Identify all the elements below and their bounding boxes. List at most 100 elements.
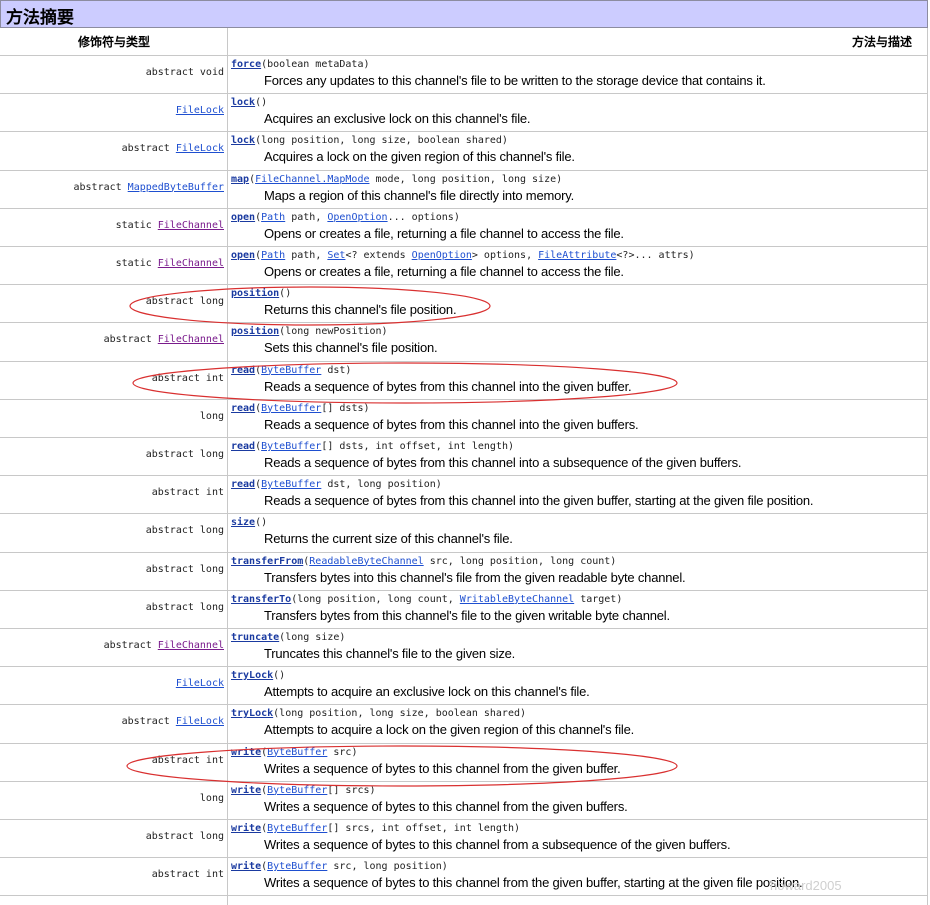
header-modifier-type: 修饰符与类型 [77, 35, 150, 49]
method-name-link[interactable]: position [231, 288, 279, 299]
method-name-link[interactable]: lock [231, 135, 255, 146]
method-row: static FileChannel open(Path path, Set<? … [0, 247, 928, 286]
type-link[interactable]: ReadableByteChannel [309, 556, 423, 567]
type-link[interactable]: Set [327, 250, 345, 261]
type-link[interactable]: FileChannel [158, 220, 224, 231]
method-description: Writes a sequence of bytes to this chann… [264, 798, 628, 814]
method-signature: size() [231, 517, 267, 528]
method-params: () [279, 288, 292, 300]
method-name-link[interactable]: position [231, 326, 279, 337]
type-link[interactable]: WritableByteChannel [460, 594, 574, 605]
method-row: abstract FileChannel truncate(long size) T… [0, 629, 928, 668]
method-params: path, [285, 250, 328, 261]
method-description: Truncates this channel's file to the giv… [264, 646, 516, 661]
method-name-link[interactable]: transferTo [231, 594, 291, 605]
method-params: src, long position) [327, 861, 448, 873]
method-params: (long size) [279, 632, 346, 643]
method-name-link[interactable]: tryLock [231, 708, 273, 719]
type-link[interactable]: OpenOption [327, 212, 387, 223]
method-row: FileLock tryLock() Attempts to acquire an … [0, 667, 928, 706]
type-link[interactable]: FileChannel [158, 334, 224, 345]
type-link[interactable]: FileLock [176, 716, 224, 727]
type-link[interactable]: FileAttribute [538, 250, 616, 261]
method-name-link[interactable]: lock [231, 97, 255, 108]
method-name-link[interactable]: open [231, 212, 255, 223]
method-params: [] srcs) [327, 784, 376, 796]
type-link[interactable]: FileLock [176, 105, 224, 116]
method-name-link[interactable]: size [231, 517, 255, 528]
method-name-link[interactable]: read [231, 403, 255, 414]
method-description: Returns this channel's file position. [264, 302, 457, 318]
type-link[interactable]: FileChannel [158, 258, 224, 269]
type-link[interactable]: ByteBuffer [261, 479, 321, 490]
method-row: abstract long write(ByteBuffer[] srcs, in… [0, 820, 928, 859]
method-name-link[interactable]: tryLock [231, 670, 273, 681]
type-link[interactable]: ByteBuffer [267, 747, 327, 758]
type-link[interactable]: MappedByteBuffer [128, 182, 224, 193]
modifier-type: abstract long [146, 449, 224, 460]
modifier-type: abstract int [152, 869, 224, 880]
method-params: () [255, 517, 268, 529]
type-link[interactable]: FileLock [176, 143, 224, 154]
modifier-text: abstract int [151, 869, 224, 881]
method-name-link[interactable]: open [231, 250, 255, 261]
method-row: abstract int read(ByteBuffer dst) Reads a … [0, 362, 928, 400]
method-name-link[interactable]: map [231, 174, 249, 185]
method-name-link[interactable]: write [231, 861, 261, 872]
method-description: Reads a sequence of bytes from this chan… [264, 455, 742, 470]
method-name-link[interactable]: read [231, 365, 255, 376]
type-link[interactable]: Path [261, 212, 285, 223]
method-name-link[interactable]: force [231, 59, 261, 70]
type-link[interactable]: ByteBuffer [261, 441, 321, 452]
method-name-link[interactable]: write [231, 823, 261, 834]
method-signature: lock() [231, 97, 267, 108]
table-header: 修饰符与类型 方法与描述 [0, 28, 928, 56]
modifier-type: static FileChannel [116, 258, 224, 269]
method-signature: read(ByteBuffer dst, long position) [231, 479, 442, 490]
method-name-link[interactable]: read [231, 441, 255, 452]
method-name-link[interactable]: read [231, 479, 255, 490]
type-link[interactable]: OpenOption [412, 250, 472, 261]
modifier-text: static [115, 258, 158, 269]
method-params: mode, long position, long size) [369, 173, 563, 185]
type-link[interactable]: ByteBuffer [267, 861, 327, 872]
type-link[interactable]: FileChannel.MapMode [255, 174, 369, 185]
modifier-text: abstract int [151, 754, 224, 766]
method-row: abstract long size() Returns the current s… [0, 514, 928, 553]
method-name-link[interactable]: transferFrom [231, 556, 303, 567]
method-signature: truncate(long size) [231, 632, 345, 643]
method-name-link[interactable]: write [231, 785, 261, 796]
method-params: () [273, 670, 286, 682]
method-row: abstract long transferTo(long position, l… [0, 591, 928, 629]
method-row: abstract void force(boolean metaData) Forc… [0, 56, 928, 95]
method-description: Writes a sequence of bytes to this chann… [264, 875, 803, 891]
type-link[interactable]: FileLock [176, 678, 224, 689]
method-name-link[interactable]: write [231, 747, 261, 758]
method-params: src, long position, long count) [423, 555, 617, 567]
method-params: dst, long position) [321, 479, 442, 491]
type-link[interactable]: ByteBuffer [261, 403, 321, 414]
type-link[interactable]: ByteBuffer [267, 823, 327, 834]
method-params: target) [574, 593, 623, 605]
method-row: abstract long read(ByteBuffer[] dsts, int… [0, 438, 928, 477]
type-link[interactable]: ByteBuffer [261, 365, 321, 376]
modifier-type: FileLock [176, 678, 224, 689]
method-signature: tryLock() [231, 670, 285, 681]
method-row: long read(ByteBuffer[] dsts) Reads a seque… [0, 400, 928, 438]
method-row: abstract FileChannel position(long newPos… [0, 323, 928, 362]
modifier-text: long [199, 410, 224, 422]
method-signature: write(ByteBuffer src) [231, 747, 357, 758]
header-method-description: 方法与描述 [851, 35, 912, 49]
modifier-type: abstract long [146, 602, 224, 613]
method-description: Returns the current size of this channel… [264, 531, 513, 547]
method-name-link[interactable]: truncate [231, 632, 279, 643]
type-link[interactable]: Path [261, 250, 285, 261]
method-params: dst) [321, 364, 352, 376]
type-link[interactable]: ByteBuffer [267, 785, 327, 796]
method-description: Opens or creates a file, returning a fil… [264, 264, 624, 279]
modifier-text: abstract [121, 716, 176, 728]
method-params: (long position, long size, boolean share… [255, 135, 508, 147]
method-params: path, [285, 211, 328, 223]
type-link[interactable]: FileChannel [158, 640, 224, 651]
modifier-type: long [200, 793, 224, 804]
